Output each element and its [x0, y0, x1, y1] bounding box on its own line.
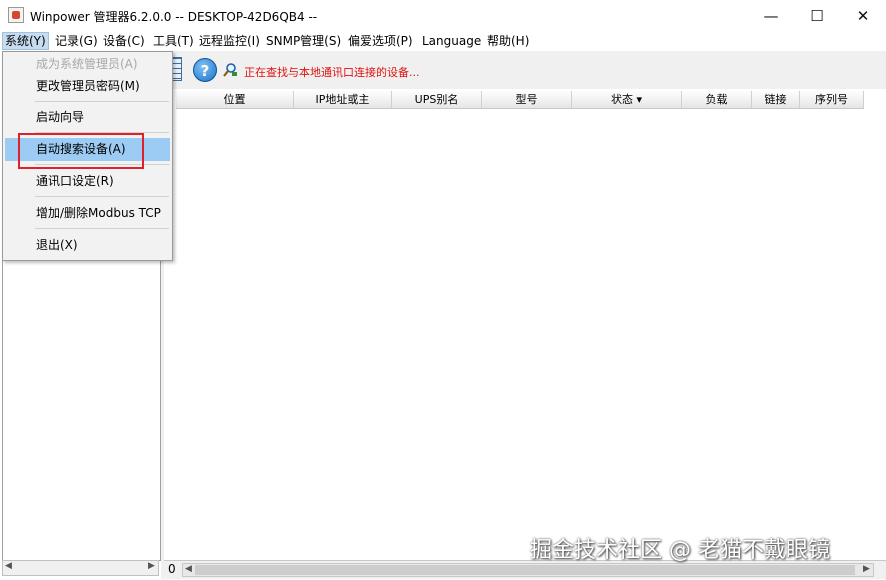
help-icon[interactable]: ?	[193, 58, 217, 82]
column-load[interactable]: 负载	[682, 91, 752, 108]
watermark-text: 掘金技术社区 @ 老猫不戴眼镜	[530, 538, 830, 563]
close-button[interactable]: ✕	[840, 0, 886, 31]
search-device-icon	[223, 63, 237, 77]
device-table: 位置 IP地址或主 UPS别名 型号 状态 ▾ 负载 链接 序列号	[164, 89, 886, 559]
menu-item-exit[interactable]: 退出(X)	[5, 234, 170, 257]
menu-item-comm-port-settings[interactable]: 通讯口设定(R)	[5, 170, 170, 193]
column-status[interactable]: 状态 ▾	[572, 91, 682, 108]
toolbar: ? 正在查找与本地通讯口连接的设备...	[160, 51, 886, 90]
menu-item-become-admin: 成为系统管理员(A)	[36, 57, 138, 71]
maximize-button[interactable]: ☐	[794, 0, 840, 31]
scrollbar-thumb[interactable]	[195, 565, 855, 575]
menu-separator	[35, 228, 169, 229]
scroll-right-arrow-icon[interactable]: ▶	[148, 561, 155, 571]
menu-separator	[35, 196, 169, 197]
column-link[interactable]: 链接	[752, 91, 800, 108]
column-ip-address[interactable]: IP地址或主	[294, 91, 392, 108]
window-title: Winpower 管理器6.2.0.0 -- DESKTOP-42D6QB4 -…	[30, 10, 318, 24]
title-bar: Winpower 管理器6.2.0.0 -- DESKTOP-42D6QB4 -…	[0, 0, 886, 31]
menu-bar: 系统(Y) 记录(G) 设备(C) 工具(T) 远程监控(I) SNMP管理(S…	[0, 31, 886, 51]
search-status-text: 正在查找与本地通讯口连接的设备...	[244, 66, 420, 79]
menu-item-change-admin-password[interactable]: 更改管理员密码(M)	[5, 75, 170, 98]
scroll-right-arrow-icon[interactable]: ▶	[863, 564, 870, 574]
menu-item-start-wizard[interactable]: 启动向导	[5, 106, 170, 129]
menu-remote-monitor[interactable]: 远程监控(I)	[197, 33, 262, 49]
table-horizontal-scrollbar[interactable]: ◀ ▶	[182, 563, 874, 577]
scroll-left-arrow-icon[interactable]: ◀	[185, 564, 192, 574]
minimize-button[interactable]: —	[748, 0, 794, 31]
table-header: 位置 IP地址或主 UPS别名 型号 状态 ▾ 负载 链接 序列号	[176, 91, 864, 109]
scroll-left-arrow-icon[interactable]: ◀	[5, 561, 12, 571]
column-location[interactable]: 位置	[176, 91, 294, 108]
menu-preferences[interactable]: 偏爱选项(P)	[346, 33, 415, 49]
menu-tools[interactable]: 工具(T)	[151, 33, 196, 49]
menu-separator	[35, 101, 169, 102]
device-count: 0	[168, 562, 176, 576]
menu-device[interactable]: 设备(C)	[101, 33, 147, 49]
menu-item-modbus-tcp[interactable]: 增加/删除Modbus TCP	[5, 202, 170, 225]
menu-snmp[interactable]: SNMP管理(S)	[264, 33, 343, 49]
column-model[interactable]: 型号	[482, 91, 572, 108]
menu-records[interactable]: 记录(G)	[53, 33, 100, 49]
column-ups-alias[interactable]: UPS别名	[392, 91, 482, 108]
menu-system[interactable]: 系统(Y)	[2, 32, 49, 50]
annotation-highlight-box	[18, 133, 144, 169]
menu-help[interactable]: 帮助(H)	[485, 33, 531, 49]
menu-language[interactable]: Language	[420, 33, 483, 49]
column-serial-number[interactable]: 序列号	[800, 91, 864, 108]
left-horizontal-scrollbar[interactable]: ◀ ▶	[2, 560, 159, 576]
java-app-icon	[8, 7, 24, 23]
